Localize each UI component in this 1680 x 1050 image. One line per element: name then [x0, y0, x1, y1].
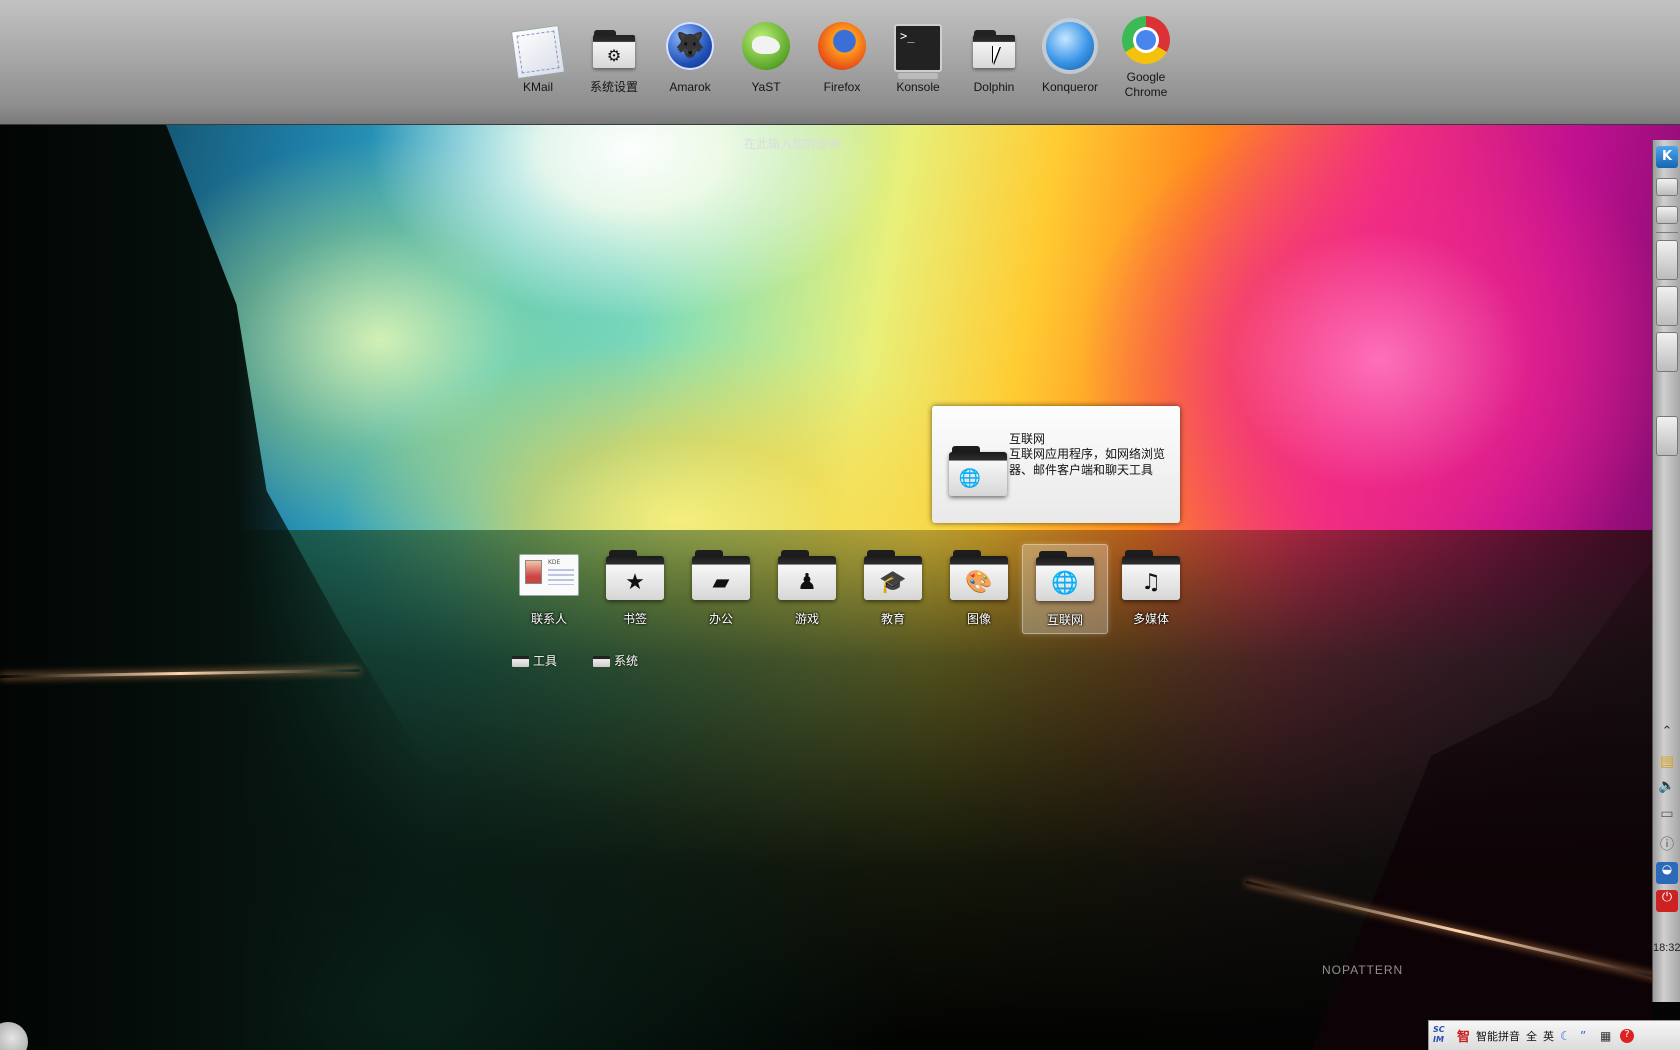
- konsole-icon: [894, 24, 942, 79]
- education-icon: 🎓: [861, 548, 925, 600]
- favorite-kmail[interactable]: KMail: [500, 22, 576, 100]
- category-utilities[interactable]: 工具: [512, 652, 557, 669]
- ime-language-toggle[interactable]: 英: [1543, 1028, 1554, 1044]
- category-bookmarks[interactable]: ★ 书签: [592, 544, 678, 634]
- favorites-bar: KMail ⚙ 系统设置 Amarok YaST Firefox Konsole…: [0, 0, 1680, 125]
- favorite-konqueror[interactable]: Konqueror: [1032, 22, 1108, 100]
- application-subcategories: 工具 系统: [512, 652, 638, 669]
- system-settings-icon: ⚙: [590, 22, 638, 70]
- category-label: 图像: [966, 612, 991, 626]
- category-office[interactable]: ▰ 办公: [678, 544, 764, 634]
- internet-icon: 🌐: [1033, 549, 1097, 601]
- right-panel: ⌃ ▤ 🔈 ▭ ⓘ ◒ ⏻ 18:32: [1652, 140, 1680, 1002]
- category-multimedia[interactable]: ♫ 多媒体: [1108, 544, 1194, 634]
- category-label: 办公: [708, 612, 733, 626]
- tray-expand-icon[interactable]: ⌃: [1656, 724, 1678, 746]
- moon-icon[interactable]: ☾: [1560, 1029, 1574, 1043]
- favorite-label: Amarok: [669, 80, 711, 94]
- ime-brand-icon[interactable]: 智: [1457, 1026, 1470, 1045]
- office-icon: ▰: [689, 548, 753, 600]
- favorite-firefox[interactable]: Firefox: [804, 22, 880, 100]
- tooltip-description: 互联网应用程序，如网络浏览器、邮件客户端和聊天工具: [1009, 447, 1166, 477]
- task-firefox[interactable]: [1656, 240, 1678, 280]
- wallpaper-signature: NOPATTERN: [1322, 963, 1404, 977]
- punctuation-icon[interactable]: ”: [1580, 1029, 1594, 1043]
- category-label: 联系人: [530, 612, 567, 626]
- category-label: 系统: [614, 654, 639, 668]
- favorite-label: KMail: [522, 80, 553, 94]
- category-tooltip: 🌐 互联网 互联网应用程序，如网络浏览器、邮件客户端和聊天工具: [932, 406, 1180, 523]
- category-label: 多媒体: [1132, 612, 1169, 626]
- category-label: 游戏: [794, 612, 819, 626]
- ime-name[interactable]: 智能拼音: [1476, 1028, 1520, 1044]
- mouse-pointer-icon: [993, 46, 1000, 64]
- internet-icon: 🌐: [946, 444, 1007, 496]
- keyboard-icon[interactable]: ▦: [1600, 1029, 1614, 1043]
- bookmarks-icon: ★: [603, 548, 667, 600]
- input-method-bar: SC IM 智 智能拼音 全 英 ☾ ” ▦ ?: [1428, 1020, 1680, 1050]
- help-icon[interactable]: ?: [1620, 1028, 1635, 1043]
- application-categories: KDE 联系人 ★ 书签 ▰ 办公 ♟ 游戏 🎓 教育 🎨 图像 🌐 互联网 ♫…: [506, 544, 1194, 634]
- task-window[interactable]: [1656, 286, 1678, 326]
- scim-logo[interactable]: SC IM: [1433, 1025, 1451, 1047]
- amarok-icon: [666, 22, 714, 70]
- favorites-list: KMail ⚙ 系统设置 Amarok YaST Firefox Konsole…: [500, 16, 1184, 100]
- favorite-label: YaST: [751, 80, 781, 94]
- kmail-icon: [510, 24, 566, 80]
- task-window[interactable]: [1656, 416, 1678, 456]
- firefox-icon: [818, 22, 866, 70]
- chrome-icon: [1122, 16, 1170, 64]
- category-system[interactable]: 系统: [593, 652, 638, 669]
- category-label: 互联网: [1046, 613, 1083, 627]
- favorite-google-chrome[interactable]: Google Chrome: [1108, 16, 1184, 100]
- favorite-label: Dolphin: [973, 80, 1015, 94]
- pager-icon[interactable]: [1656, 178, 1678, 196]
- konqueror-icon: [1046, 22, 1094, 70]
- panel-separator: [1656, 232, 1678, 233]
- graphics-icon: 🎨: [947, 548, 1011, 600]
- ime-full-width-toggle[interactable]: 全: [1526, 1028, 1537, 1044]
- games-icon: ♟: [775, 548, 839, 600]
- favorite-label: 系统设置: [589, 80, 638, 94]
- favorite-amarok[interactable]: Amarok: [652, 22, 728, 100]
- clipboard-icon[interactable]: ▤: [1656, 752, 1678, 774]
- category-graphics[interactable]: 🎨 图像: [936, 544, 1022, 634]
- tooltip-title: 互联网: [1009, 432, 1046, 446]
- search-input[interactable]: [700, 134, 1140, 152]
- yast-icon: [742, 22, 790, 70]
- category-education[interactable]: 🎓 教育: [850, 544, 936, 634]
- category-internet[interactable]: 🌐 互联网: [1022, 544, 1108, 634]
- contacts-icon: KDE: [517, 548, 581, 600]
- category-label: 教育: [880, 612, 905, 626]
- favorite-system-settings[interactable]: ⚙ 系统设置: [576, 22, 652, 100]
- system-icon: [593, 654, 611, 667]
- category-label: 书签: [622, 612, 647, 626]
- network-icon[interactable]: ◒: [1656, 862, 1678, 884]
- panel-clock[interactable]: 18:32: [1653, 942, 1680, 954]
- favorite-yast[interactable]: YaST: [728, 22, 804, 100]
- task-window[interactable]: [1656, 332, 1678, 372]
- desktop-pager-icon[interactable]: [1656, 206, 1678, 224]
- multimedia-icon: ♫: [1119, 548, 1183, 600]
- category-games[interactable]: ♟ 游戏: [764, 544, 850, 634]
- category-label: 工具: [533, 654, 558, 668]
- volume-icon[interactable]: 🔈: [1656, 778, 1678, 800]
- printer-icon[interactable]: ▭: [1656, 806, 1678, 828]
- favorite-konsole[interactable]: Konsole: [880, 22, 956, 100]
- favorite-label: Konsole: [896, 80, 940, 94]
- kde-menu-button[interactable]: [1656, 146, 1678, 168]
- favorite-label: Firefox: [823, 80, 861, 94]
- info-icon[interactable]: ⓘ: [1656, 834, 1678, 856]
- favorite-label: Konqueror: [1041, 80, 1099, 94]
- favorite-label: Google Chrome: [1124, 70, 1168, 99]
- utilities-icon: [512, 654, 529, 667]
- power-icon[interactable]: ⏻: [1656, 890, 1678, 912]
- category-contacts[interactable]: KDE 联系人: [506, 544, 592, 634]
